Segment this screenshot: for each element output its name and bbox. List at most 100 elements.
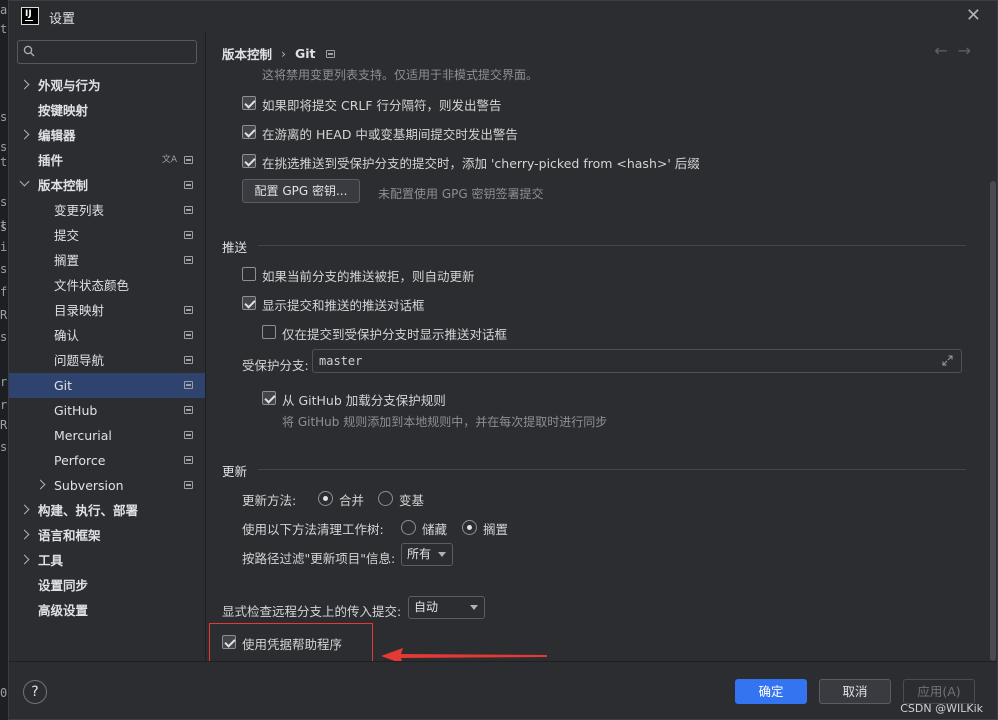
- sidebar-item[interactable]: Mercurial: [9, 423, 205, 448]
- forward-arrow-icon[interactable]: →: [958, 41, 981, 60]
- breadcrumb: 版本控制 › Git: [222, 44, 335, 63]
- sidebar-item[interactable]: 构建、执行、部署: [9, 498, 205, 523]
- gutter-char: s: [0, 262, 8, 276]
- close-icon[interactable]: ✕: [966, 5, 981, 26]
- update-rebase-label: 变基: [399, 493, 425, 508]
- gutter-char: a: [0, 3, 8, 17]
- sidebar-item[interactable]: 按键映射: [9, 98, 205, 123]
- sidebar-item[interactable]: 插件 文A: [9, 148, 205, 173]
- sidebar-item[interactable]: GitHub: [9, 398, 205, 423]
- github-rules-checkbox[interactable]: [262, 391, 276, 405]
- protected-branches-label: 受保护分支:: [242, 358, 309, 373]
- show-push-dialog-checkbox[interactable]: [242, 296, 256, 310]
- sidebar-item-label: 编辑器: [38, 128, 76, 143]
- ok-button[interactable]: 确定: [735, 679, 807, 704]
- sidebar-item[interactable]: 文件状态颜色: [9, 273, 205, 298]
- breadcrumb-current: Git: [295, 46, 316, 61]
- chevron-right-icon[interactable]: [35, 479, 46, 490]
- sidebar-item-label: Perforce: [54, 453, 106, 468]
- project-scope-icon: [325, 49, 335, 58]
- sidebar-item-label: Mercurial: [54, 428, 112, 443]
- incoming-commits-value: 自动: [414, 600, 439, 614]
- chevron-down-icon[interactable]: [19, 176, 30, 187]
- protected-branches-field[interactable]: [312, 349, 962, 373]
- project-scope-icon: [184, 156, 193, 164]
- project-scope-icon: [184, 306, 193, 314]
- cancel-button[interactable]: 取消: [819, 679, 891, 704]
- vertical-scrollbar[interactable]: [989, 181, 997, 661]
- sidebar-item[interactable]: 确认: [9, 323, 205, 348]
- sidebar-item[interactable]: 问题导航: [9, 348, 205, 373]
- protected-only-checkbox[interactable]: [262, 325, 276, 339]
- search-input[interactable]: [40, 43, 190, 61]
- clean-stash-label: 储藏: [422, 522, 448, 537]
- settings-search[interactable]: [17, 40, 197, 64]
- sidebar-item[interactable]: 语言和框架: [9, 523, 205, 548]
- github-rules-hint: 将 GitHub 规则添加到本地规则中，并在每次提取时进行同步: [282, 415, 608, 429]
- sidebar-item[interactable]: Git: [9, 373, 205, 398]
- sidebar-item[interactable]: 高级设置: [9, 598, 205, 623]
- project-scope-icon: [184, 406, 193, 414]
- sidebar-item-label: 按键映射: [38, 103, 89, 118]
- sidebar-item[interactable]: Perforce: [9, 448, 205, 473]
- configure-gpg-button[interactable]: 配置 GPG 密钥...: [242, 179, 360, 203]
- sidebar-item[interactable]: 目录映射: [9, 298, 205, 323]
- sidebar-item-label: 构建、执行、部署: [38, 503, 139, 518]
- settings-panel: 版本控制 › Git ←→ 这将禁用变更列表支持。仅适用于非模式提交界面。 如果…: [205, 31, 997, 661]
- help-button[interactable]: ?: [23, 680, 47, 704]
- filter-update-label: 按路径过滤"更新项目"信息:: [242, 551, 396, 566]
- update-method-label: 更新方法:: [242, 493, 297, 508]
- protected-branches-input[interactable]: [313, 350, 961, 372]
- sidebar-item[interactable]: 编辑器: [9, 123, 205, 148]
- breadcrumb-parent[interactable]: 版本控制: [222, 44, 272, 63]
- crlf-label: 如果即将提交 CRLF 行分隔符，则发出警告: [262, 98, 502, 113]
- gutter-char: t: [0, 155, 8, 169]
- clean-shelve-radio[interactable]: [462, 520, 477, 535]
- clean-stash-radio[interactable]: [401, 520, 416, 535]
- chevron-right-icon[interactable]: [19, 529, 30, 540]
- protected-only-label: 仅在提交到受保护分支时显示推送对话框: [282, 327, 508, 342]
- settings-sidebar: 外观与行为按键映射编辑器插件 文A 版本控制 变更列表 提交 搁置 文件状态颜色目录映射确认…: [9, 31, 205, 661]
- sidebar-item-label: 确认: [54, 328, 80, 343]
- project-scope-icon: [184, 181, 193, 189]
- chevron-right-icon[interactable]: [19, 554, 30, 565]
- sidebar-item[interactable]: 搁置: [9, 248, 205, 273]
- chevron-right-icon[interactable]: [19, 504, 30, 515]
- incoming-commits-dropdown[interactable]: 自动: [408, 596, 485, 619]
- auto-update-checkbox[interactable]: [242, 267, 256, 281]
- back-arrow-icon[interactable]: ←: [934, 41, 957, 60]
- update-merge-radio[interactable]: [318, 491, 333, 506]
- history-nav: ←→: [934, 41, 981, 60]
- sidebar-item[interactable]: 变更列表: [9, 198, 205, 223]
- project-scope-icon: [184, 231, 193, 239]
- incoming-commits-label: 显式检查远程分支上的传入提交:: [222, 604, 402, 619]
- sidebar-item[interactable]: 外观与行为: [9, 73, 205, 98]
- clean-tree-label: 使用以下方法清理工作树:: [242, 522, 384, 537]
- gutter-char: s: [0, 440, 8, 454]
- expand-icon[interactable]: [942, 355, 953, 366]
- chevron-right-icon[interactable]: [19, 129, 30, 140]
- update-rebase-radio[interactable]: [378, 491, 393, 506]
- detached-head-checkbox[interactable]: [242, 125, 256, 139]
- sidebar-item[interactable]: Subversion: [9, 473, 205, 498]
- sidebar-item[interactable]: 版本控制: [9, 173, 205, 198]
- cherry-picked-checkbox[interactable]: [242, 154, 256, 168]
- gpg-hint: 未配置使用 GPG 密钥签署提交: [378, 187, 544, 201]
- intellij-logo-icon: IJ: [21, 7, 39, 25]
- update-section-title: 更新: [222, 464, 248, 479]
- sidebar-item[interactable]: 设置同步: [9, 573, 205, 598]
- scrollbar-thumb[interactable]: [990, 181, 996, 661]
- chevron-right-icon[interactable]: [19, 79, 30, 90]
- sidebar-item[interactable]: 提交: [9, 223, 205, 248]
- filter-update-dropdown[interactable]: 所有: [401, 543, 453, 566]
- title-bar: IJ 设置 ✕: [9, 1, 997, 31]
- gutter-char: s: [0, 330, 8, 344]
- sidebar-item[interactable]: 工具: [9, 548, 205, 573]
- apply-button[interactable]: 应用(A): [903, 679, 975, 704]
- push-section-title: 推送: [222, 240, 248, 255]
- search-icon: [23, 45, 35, 57]
- update-merge-label: 合并: [339, 493, 365, 508]
- crlf-checkbox[interactable]: [242, 96, 256, 110]
- changelist-hint: 这将禁用变更列表支持。仅适用于非模式提交界面。: [262, 68, 539, 82]
- sidebar-item-label: 目录映射: [54, 303, 105, 318]
